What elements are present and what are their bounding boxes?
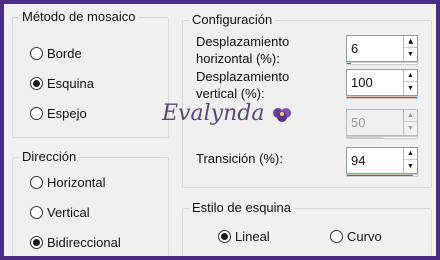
disabled-up-icon: ▲ [404,110,417,122]
radio-espejo[interactable]: Espejo [30,106,87,121]
radio-lineal-label[interactable]: Lineal [235,229,270,244]
vertical-offset-input[interactable]: 100 ▲ ▼ [346,69,418,96]
vertical-offset-value[interactable]: 100 [351,75,373,90]
horizontal-offset-slider-fill [347,63,352,64]
corner-style-title: Estilo de esquina [189,200,295,216]
radio-esquina-circle[interactable] [30,77,43,90]
radio-horizontal-circle[interactable] [30,176,43,189]
radio-borde-circle[interactable] [30,47,43,60]
radio-esquina[interactable]: Esquina [30,76,94,91]
radio-horizontal[interactable]: Horizontal [30,175,106,190]
radio-vertical-circle[interactable] [30,206,43,219]
radio-borde[interactable]: Borde [30,46,82,61]
horizontal-offset-value[interactable]: 6 [351,41,358,56]
watermark-signature: Evalynda [162,101,293,126]
horizontal-offset-down-icon[interactable]: ▼ [404,48,417,60]
radio-curvo-label[interactable]: Curvo [347,229,382,244]
mosaic-method-title: Método de mosaico [19,9,139,25]
disabled-input: 50 ▲ ▼ [346,109,418,136]
radio-espejo-label[interactable]: Espejo [47,106,87,121]
transition-down-icon[interactable]: ▼ [404,160,417,172]
radio-vertical[interactable]: Vertical [30,205,90,220]
vertical-offset-spinner[interactable]: 100 ▲ ▼ [346,69,418,101]
radio-bidireccional[interactable]: Bidireccional [30,235,121,250]
vertical-offset-arrows[interactable]: ▲ ▼ [403,70,417,95]
transition-slider[interactable] [346,174,418,177]
vertical-offset-slider-fill [347,97,417,98]
horizontal-offset-label-line1: Desplazamiento [196,34,290,49]
direction-group: Dirección Horizontal Vertical Bidireccio… [12,149,169,260]
violet-flower-icon [273,108,292,122]
vertical-offset-down-icon[interactable]: ▼ [404,82,417,94]
radio-borde-label[interactable]: Borde [47,46,82,61]
transition-input[interactable]: 94 ▲ ▼ [346,147,418,174]
disabled-slider-fill [347,137,382,138]
radio-curvo[interactable]: Curvo [330,229,382,244]
radio-bidireccional-label[interactable]: Bidireccional [47,235,121,250]
transition-arrows[interactable]: ▲ ▼ [403,148,417,173]
radio-lineal[interactable]: Lineal [218,229,270,244]
transition-spinner[interactable]: 94 ▲ ▼ [346,147,418,179]
transition-label: Transición (%): [196,151,283,166]
horizontal-offset-input[interactable]: 6 ▲ ▲ ▼ [346,35,418,62]
watermark-text: Evalynda [162,101,265,126]
horizontal-offset-up-icon[interactable]: ▲ [404,36,417,48]
horizontal-offset-arrows[interactable]: ▲ ▼ [403,36,417,61]
configuration-title: Configuración [189,12,276,28]
transition-slider-fill [347,175,413,176]
horizontal-offset-label-line2: horizontal (%): [196,51,280,66]
vertical-offset-label-line2: vertical (%): [196,86,265,101]
radio-horizontal-label[interactable]: Horizontal [47,175,106,190]
radio-curvo-circle[interactable] [330,230,343,243]
disabled-slider [346,136,418,139]
horizontal-offset-spinner[interactable]: 6 ▲ ▲ ▼ [346,35,418,67]
radio-vertical-label[interactable]: Vertical [47,205,90,220]
vertical-offset-slider[interactable] [346,96,418,99]
horizontal-offset-slider[interactable] [346,62,418,65]
corner-style-group: Estilo de esquina Lineal Curvo [182,200,432,260]
radio-espejo-circle[interactable] [30,107,43,120]
direction-title: Dirección [19,149,80,165]
transition-value[interactable]: 94 [351,153,365,168]
radio-lineal-circle[interactable] [218,230,231,243]
transition-up-icon[interactable]: ▲ [404,148,417,160]
vertical-offset-up-icon[interactable]: ▲ [404,70,417,82]
disabled-spinner: 50 ▲ ▼ [346,109,418,141]
disabled-value: 50 [351,115,366,130]
radio-bidireccional-circle[interactable] [30,236,43,249]
mosaic-method-group: Método de mosaico Borde Esquina Espejo [12,9,169,138]
radio-esquina-label[interactable]: Esquina [47,76,94,91]
disabled-down-icon: ▼ [407,124,414,132]
disabled-arrows: ▲ ▼ [403,110,417,135]
vertical-offset-label-line1: Desplazamiento [196,69,290,84]
